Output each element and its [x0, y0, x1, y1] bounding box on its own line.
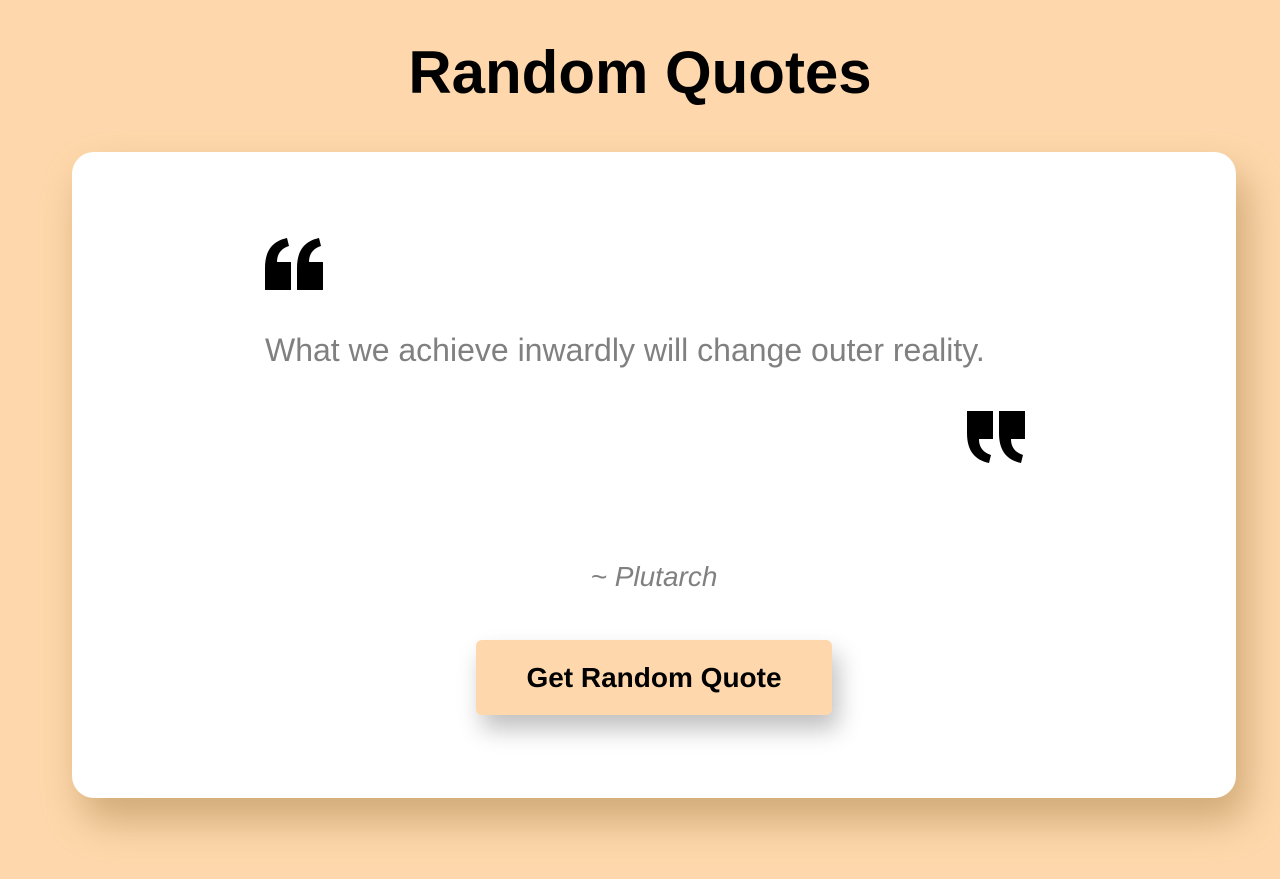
quote-right-icon: [967, 411, 1025, 463]
quote-left-icon: [265, 238, 323, 290]
page-title: Random Quotes: [408, 39, 872, 106]
get-random-quote-button[interactable]: Get Random Quote: [476, 640, 832, 715]
quote-card: What we achieve inwardly will change out…: [72, 152, 1236, 798]
quote-text: What we achieve inwardly will change out…: [265, 332, 985, 368]
quote-author: ~ Plutarch: [590, 561, 718, 592]
